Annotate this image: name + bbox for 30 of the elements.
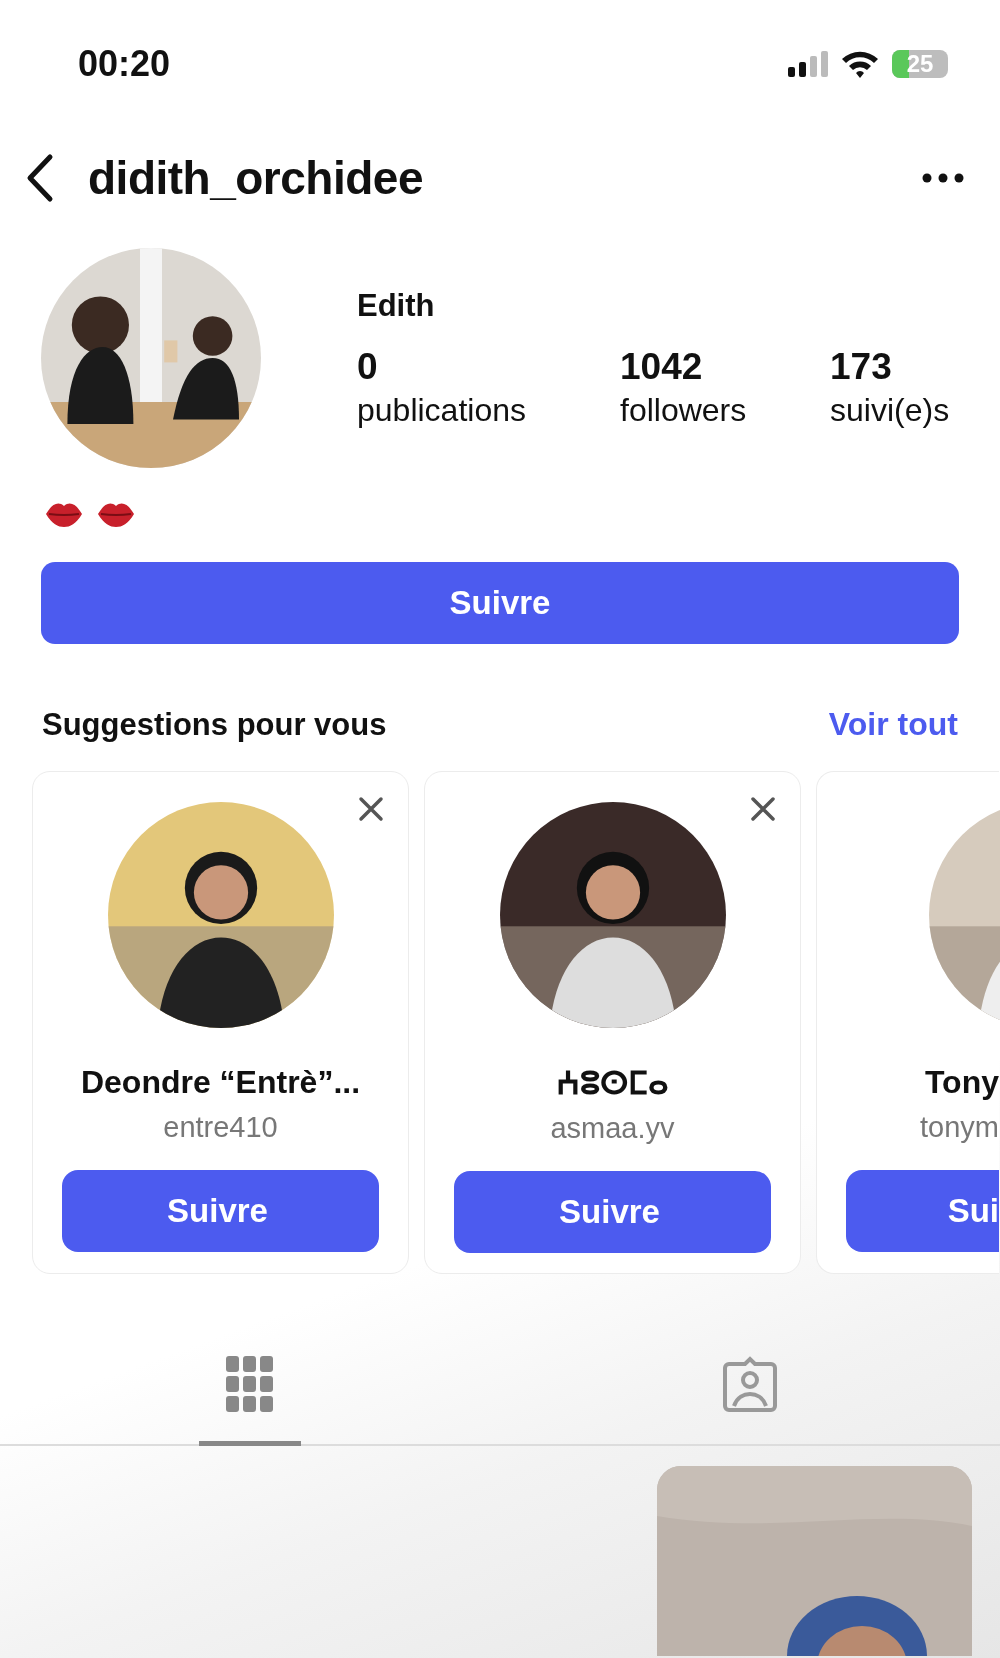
person-tag-icon <box>721 1356 779 1412</box>
stat-value: 1042 <box>620 345 704 388</box>
suggestion-name: Tony <box>924 1064 999 1101</box>
suggestion-name: ⵄⵓⵙⵎⴰ <box>556 1064 669 1102</box>
dismiss-button[interactable] <box>750 796 776 822</box>
profile-name: Edith <box>357 287 436 324</box>
follow-button[interactable]: Suivre <box>62 1170 379 1252</box>
suggestion-name: Deondre “Entrè”... <box>80 1064 361 1101</box>
signal-icon <box>788 51 828 77</box>
grid-icon <box>226 1356 274 1412</box>
stat-label: suivi(e)s <box>830 391 951 429</box>
stat-label: publications <box>357 391 527 429</box>
suggestion-username: tonym <box>920 1111 999 1144</box>
close-icon <box>750 796 776 822</box>
follow-button[interactable]: Suivre <box>41 562 959 644</box>
suggestion-username: asmaa.yv <box>550 1112 675 1145</box>
follow-button[interactable]: Suivre <box>454 1171 771 1253</box>
dismiss-button[interactable] <box>358 796 384 822</box>
see-all-link[interactable]: Voir tout <box>828 706 958 743</box>
stat-value: 173 <box>830 345 893 388</box>
close-icon <box>358 796 384 822</box>
suggestion-username: entre410 <box>163 1111 278 1144</box>
status-time: 00:20 <box>78 43 171 85</box>
more-options-button[interactable] <box>922 173 964 183</box>
stat-value: 0 <box>357 345 379 388</box>
profile-username: didith_orchidee <box>88 151 424 205</box>
suggestions-title: Suggestions pour vous <box>42 706 387 743</box>
stat-label: followers <box>620 391 748 429</box>
wifi-icon <box>840 49 880 79</box>
follow-button[interactable]: Sui <box>846 1170 999 1252</box>
